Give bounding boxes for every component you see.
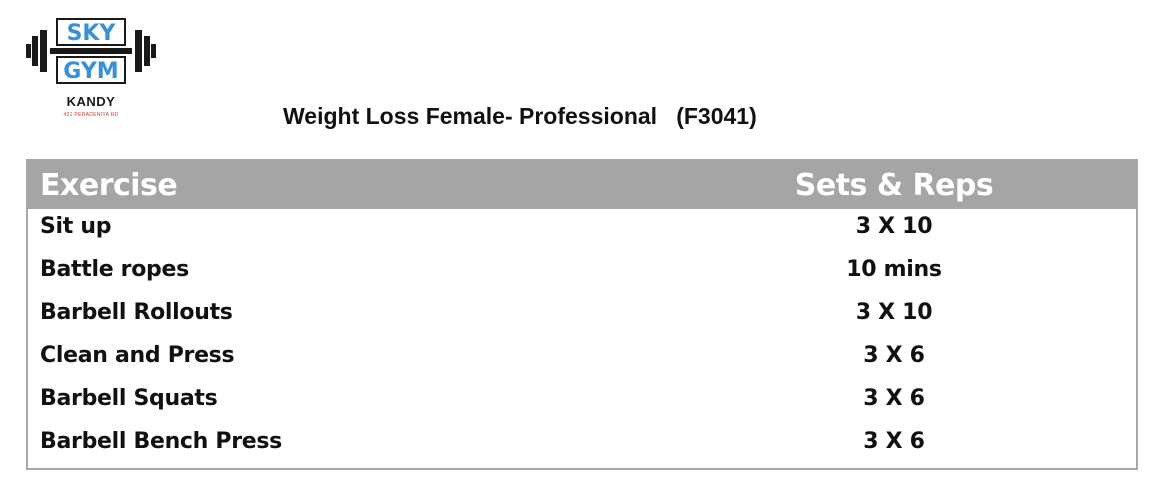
table-header-row: Exercise Sets & Reps [28,161,1136,209]
table-body: Sit up 3 X 10 Battle ropes 10 mins Barbe… [28,209,1136,467]
sets-reps-cell: 10 mins [846,257,942,282]
sets-reps-cell: 3 X 6 [863,386,925,411]
logo-address: 421 PERADENIYA RD [63,112,119,118]
dumbbell-logo-icon: SKY GYM [26,18,156,84]
table-row: Battle ropes 10 mins [28,252,1136,295]
table-row: Clean and Press 3 X 6 [28,338,1136,381]
page-title: Weight Loss Female- Professional (F3041) [283,103,757,129]
exercise-cell: Barbell Rollouts [40,300,233,325]
column-header-exercise: Exercise [40,168,178,203]
exercise-cell: Battle ropes [40,257,189,282]
table-row: Sit up 3 X 10 [28,209,1136,252]
exercise-cell: Barbell Bench Press [40,429,282,454]
exercise-cell: Barbell Squats [40,386,218,411]
sets-reps-cell: 3 X 6 [863,429,925,454]
table-row: Barbell Squats 3 X 6 [28,381,1136,424]
logo-line1: SKY [67,21,117,46]
exercise-table: Exercise Sets & Reps Sit up 3 X 10 Battl… [26,159,1138,470]
table-row: Barbell Bench Press 3 X 6 [28,424,1136,467]
logo-city: KANDY [66,94,116,109]
exercise-cell: Clean and Press [40,343,235,368]
sets-reps-cell: 3 X 10 [855,214,933,239]
sets-reps-cell: 3 X 6 [863,343,925,368]
column-header-sets-reps: Sets & Reps [794,168,994,203]
exercise-cell: Sit up [40,214,112,239]
sets-reps-cell: 3 X 10 [855,300,933,325]
gym-logo: SKY GYM KANDY 421 PERADENIYA RD [26,14,156,124]
logo-line2: GYM [63,59,118,84]
table-row: Barbell Rollouts 3 X 10 [28,295,1136,338]
